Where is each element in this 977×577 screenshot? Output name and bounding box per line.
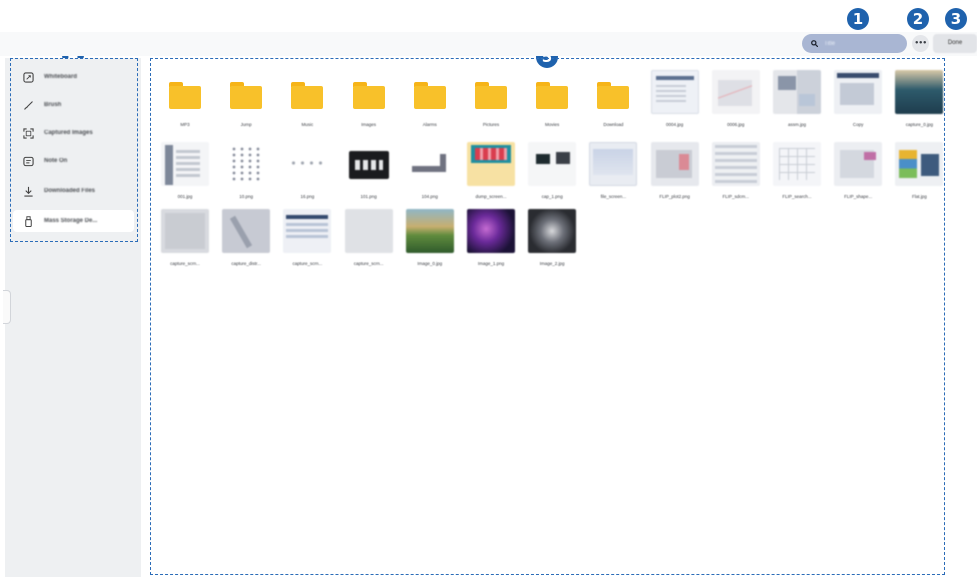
callout-2: 2 <box>907 8 929 30</box>
search-input[interactable]: Title <box>802 34 907 53</box>
sidebar-collapse-handle[interactable] <box>3 290 11 324</box>
search-placeholder: Title <box>824 40 836 47</box>
content-callout-frame <box>150 58 945 575</box>
callout-3: 3 <box>945 8 967 30</box>
callout-1: 1 <box>847 8 869 30</box>
done-button[interactable]: Done <box>933 34 977 53</box>
search-icon <box>811 40 818 47</box>
sidebar-callout-frame <box>10 58 138 242</box>
more-options-button[interactable]: ••• <box>912 35 929 52</box>
more-icon: ••• <box>914 39 927 47</box>
